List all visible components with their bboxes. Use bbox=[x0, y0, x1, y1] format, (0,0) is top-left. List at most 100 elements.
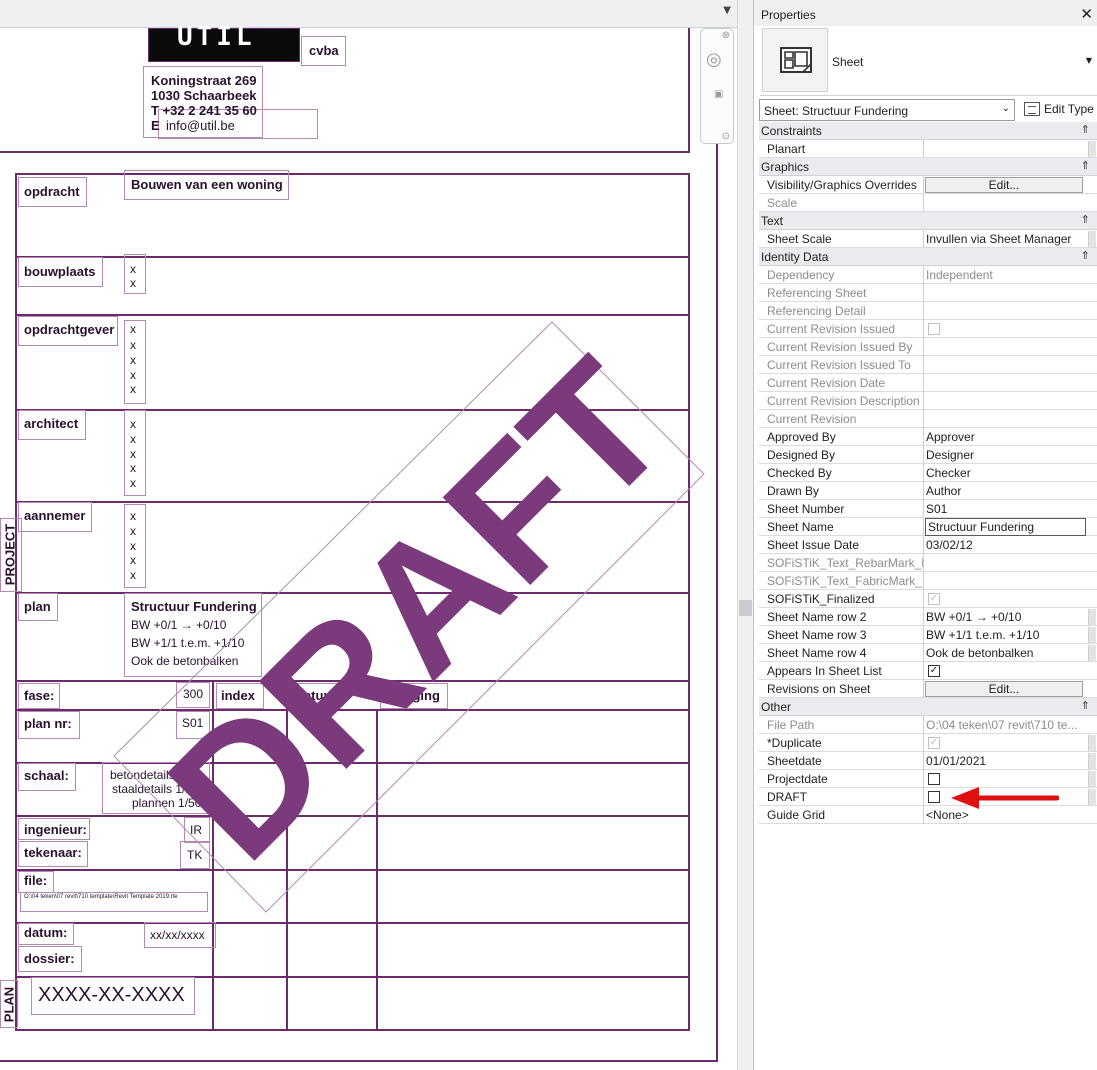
property-name: SOFiSTiK_Finalized bbox=[767, 592, 875, 606]
chevron-down-icon[interactable]: ▼ bbox=[1086, 56, 1092, 65]
column-divider bbox=[923, 428, 924, 446]
close-icon[interactable]: ✕ bbox=[1080, 5, 1093, 23]
close-icon[interactable]: ⊗ bbox=[722, 30, 730, 41]
column-divider bbox=[923, 392, 924, 410]
property-value[interactable]: BW +0/1 → +0/10 bbox=[926, 610, 1084, 624]
property-value[interactable]: Author bbox=[926, 484, 1084, 498]
panel-title: Properties bbox=[761, 8, 816, 22]
column-divider bbox=[923, 194, 924, 212]
property-row-sheet-issue-date[interactable]: Sheet Issue Date 03/02/12 bbox=[759, 536, 1097, 554]
property-name: Appears In Sheet List bbox=[767, 664, 882, 678]
value-tekenaar: TK bbox=[187, 848, 203, 862]
placeholder-x: x bbox=[130, 524, 136, 538]
category-constraints[interactable]: Constraints ⇑ bbox=[759, 122, 1097, 140]
property-row-drawn-by[interactable]: Drawn By Author bbox=[759, 482, 1097, 500]
edit-button[interactable]: Edit... bbox=[925, 177, 1083, 193]
view-menu-icon[interactable]: ▼ bbox=[723, 6, 731, 16]
property-name: Current Revision Date bbox=[767, 376, 886, 390]
settings-icon[interactable]: ⊙ bbox=[722, 131, 730, 142]
property-row-revisions-on-sheet[interactable]: Revisions on Sheet Edit... bbox=[759, 680, 1097, 698]
table-line bbox=[15, 592, 690, 594]
property-checkbox: ✓ bbox=[928, 737, 940, 749]
property-name: Current Revision Description bbox=[767, 394, 920, 408]
property-checkbox[interactable]: ✓ bbox=[928, 665, 940, 677]
schaal-line: staaldetails 1/10 bbox=[112, 782, 199, 796]
label-datum: datum: bbox=[24, 925, 68, 940]
edit-type-button[interactable]: Edit Type bbox=[1022, 99, 1096, 121]
drawing-canvas[interactable]: ▼ UTIL cvba Koningstraat 269 1030 Schaar… bbox=[0, 0, 737, 1070]
category-graphics[interactable]: Graphics ⇑ bbox=[759, 158, 1097, 176]
email-text: info@util.be bbox=[166, 118, 235, 133]
category-other[interactable]: Other ⇑ bbox=[759, 698, 1097, 716]
placeholder-x: x bbox=[130, 568, 136, 582]
property-row-sheet-name-row-2[interactable]: Sheet Name row 2 BW +0/1 → +0/10 bbox=[759, 608, 1097, 626]
row-scrollbar[interactable] bbox=[1088, 141, 1096, 157]
row-scrollbar[interactable] bbox=[1088, 231, 1096, 247]
collapse-icon[interactable]: ⇑ bbox=[1081, 123, 1090, 136]
property-row-sheet-name-row-3[interactable]: Sheet Name row 3 BW +1/1 t.e.m. +1/10 bbox=[759, 626, 1097, 644]
property-row-current-revision-issued-by: Current Revision Issued By bbox=[759, 338, 1097, 356]
column-divider bbox=[923, 752, 924, 770]
row-scrollbar[interactable] bbox=[1088, 609, 1096, 625]
property-value[interactable]: Checker bbox=[926, 466, 1084, 480]
type-selector[interactable]: Sheet ▼ bbox=[760, 26, 1097, 96]
property-value[interactable]: Approver bbox=[926, 430, 1084, 444]
label-bouwplaats: bouwplaats bbox=[24, 264, 96, 279]
property-row-appears-in-sheet-list[interactable]: Appears In Sheet List ✓ bbox=[759, 662, 1097, 680]
property-row-designed-by[interactable]: Designed By Designer bbox=[759, 446, 1097, 464]
category-identity-data[interactable]: Identity Data ⇑ bbox=[759, 248, 1097, 266]
property-value[interactable]: 03/02/12 bbox=[926, 538, 1084, 552]
property-row-sheet-number[interactable]: Sheet Number S01 bbox=[759, 500, 1097, 518]
property-row-planart[interactable]: Planart bbox=[759, 140, 1097, 158]
row-scrollbar[interactable] bbox=[1088, 771, 1096, 787]
canvas-scrollbar[interactable] bbox=[737, 0, 753, 1070]
collapse-icon[interactable]: ⇑ bbox=[1081, 699, 1090, 712]
collapse-icon[interactable]: ⇑ bbox=[1081, 159, 1090, 172]
sheet-type-icon bbox=[762, 28, 828, 92]
property-value[interactable]: Ook de betonbalken bbox=[926, 646, 1084, 660]
property-row-referencing-detail: Referencing Detail bbox=[759, 302, 1097, 320]
property-row-sheetdate[interactable]: Sheetdate 01/01/2021 bbox=[759, 752, 1097, 770]
property-row-visibility-graphics-overrides[interactable]: Visibility/Graphics Overrides Edit... bbox=[759, 176, 1097, 194]
property-value[interactable]: S01 bbox=[926, 502, 1084, 516]
steering-wheel-icon[interactable]: ◎ bbox=[706, 49, 722, 70]
property-checkbox[interactable] bbox=[928, 791, 940, 803]
chevron-down-icon[interactable]: ⌄ bbox=[1002, 103, 1010, 114]
collapse-icon[interactable]: ⇑ bbox=[1081, 249, 1090, 262]
column-divider bbox=[923, 806, 924, 824]
property-name: DRAFT bbox=[767, 790, 807, 804]
category-text[interactable]: Text ⇑ bbox=[759, 212, 1097, 230]
property-row-approved-by[interactable]: Approved By Approver bbox=[759, 428, 1097, 446]
property-value[interactable]: 01/01/2021 bbox=[926, 754, 1084, 768]
zoom-icon[interactable]: ▣ bbox=[714, 89, 723, 100]
property-value[interactable]: BW +1/1 t.e.m. +1/10 bbox=[926, 628, 1084, 642]
row-scrollbar[interactable] bbox=[1088, 627, 1096, 643]
property-name: Dependency bbox=[767, 268, 835, 282]
property-value-input[interactable]: Structuur Fundering bbox=[925, 518, 1086, 536]
row-scrollbar[interactable] bbox=[1088, 753, 1096, 769]
edit-button[interactable]: Edit... bbox=[925, 681, 1083, 697]
property-row-duplicate[interactable]: *Duplicate ✓ bbox=[759, 734, 1097, 752]
instance-filter-dropdown[interactable]: Sheet: Structuur Fundering ⌄ bbox=[759, 99, 1015, 121]
property-value[interactable]: Designer bbox=[926, 448, 1084, 462]
property-row-dependency: Dependency Independent bbox=[759, 266, 1097, 284]
property-value[interactable]: <None> bbox=[926, 808, 1084, 822]
table-line bbox=[15, 709, 690, 711]
row-scrollbar[interactable] bbox=[1088, 645, 1096, 661]
property-row-sofistik-finalized[interactable]: SOFiSTiK_Finalized ✓ bbox=[759, 590, 1097, 608]
label-dossier: dossier: bbox=[24, 951, 75, 966]
collapse-icon[interactable]: ⇑ bbox=[1081, 213, 1090, 226]
label-opdracht: opdracht bbox=[24, 184, 80, 199]
property-value[interactable]: Invullen via Sheet Manager bbox=[926, 232, 1084, 246]
property-row-sheet-name[interactable]: Sheet Name Structuur Fundering bbox=[759, 518, 1097, 536]
property-checkbox: ✓ bbox=[928, 593, 940, 605]
property-row-checked-by[interactable]: Checked By Checker bbox=[759, 464, 1097, 482]
row-scrollbar[interactable] bbox=[1088, 789, 1096, 805]
title-block-border bbox=[0, 151, 690, 153]
navigation-bar[interactable]: ⊗ ◎ ▣ ⊙ bbox=[700, 28, 734, 144]
property-row-sheet-name-row-4[interactable]: Sheet Name row 4 Ook de betonbalken bbox=[759, 644, 1097, 662]
scrollbar-thumb[interactable] bbox=[739, 600, 752, 616]
row-scrollbar[interactable] bbox=[1088, 735, 1096, 751]
property-checkbox[interactable] bbox=[928, 773, 940, 785]
property-row-sheet-scale[interactable]: Sheet Scale Invullen via Sheet Manager bbox=[759, 230, 1097, 248]
